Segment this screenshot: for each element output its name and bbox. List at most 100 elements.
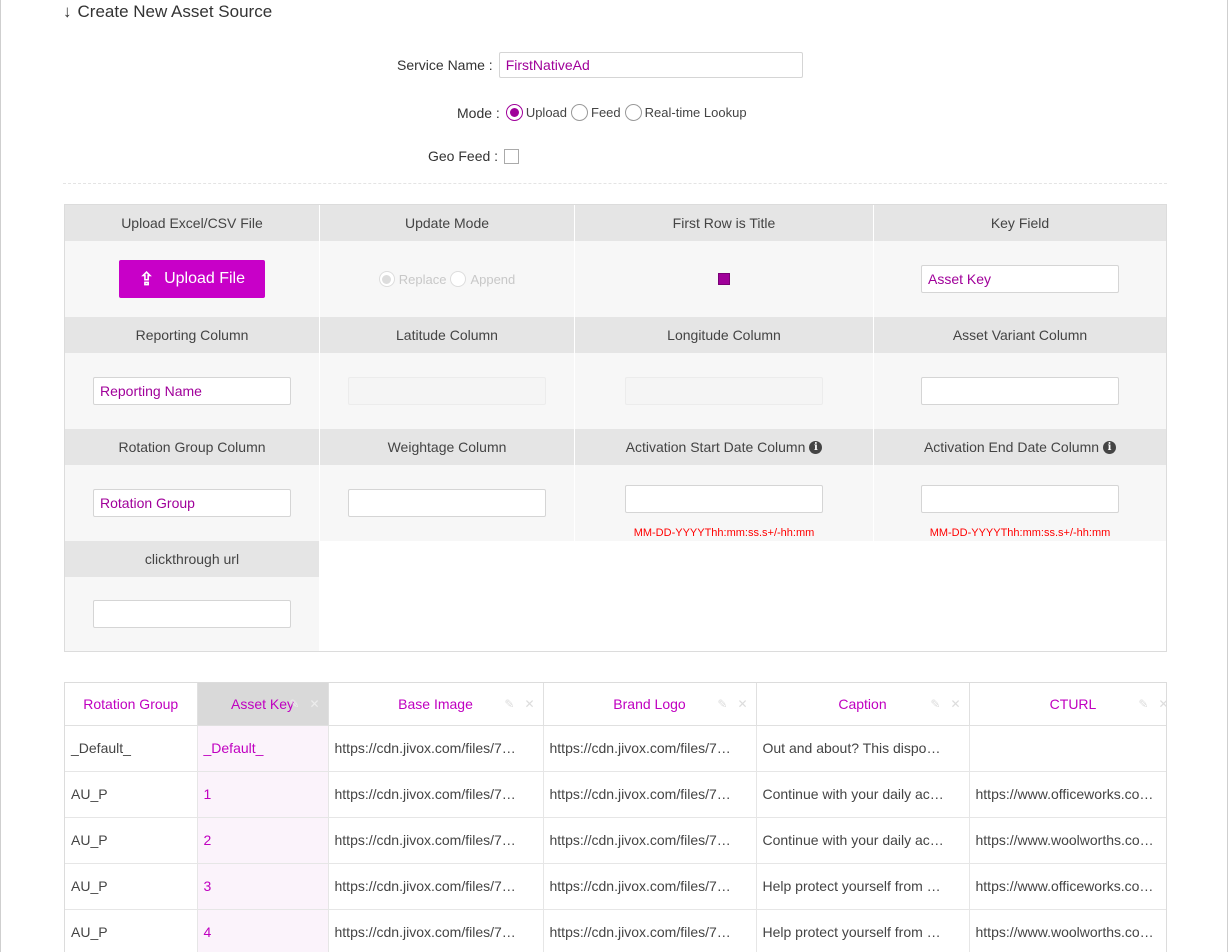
- reporting-cell: [65, 353, 320, 429]
- mode-realtime-option[interactable]: Real-time Lookup: [624, 104, 747, 121]
- key-field-input[interactable]: [921, 265, 1119, 293]
- pencil-icon[interactable]: ✎: [504, 697, 514, 711]
- mode-realtime-radio[interactable]: [624, 104, 642, 121]
- table-cell[interactable]: https://cdn.jivox.com/files/7…: [328, 725, 544, 772]
- clickthrough-cell: [65, 577, 320, 651]
- table-cell[interactable]: AU_P: [65, 863, 198, 910]
- variant-input[interactable]: [921, 377, 1119, 405]
- table-cell[interactable]: https://www.officeworks.co…: [969, 863, 1166, 910]
- table-cell[interactable]: 3: [197, 863, 329, 910]
- clickthrough-header: clickthrough url: [65, 541, 320, 577]
- table-row: AU_P 4 https://cdn.jivox.com/files/7… ht…: [65, 909, 1166, 952]
- table-cell[interactable]: https://cdn.jivox.com/files/7…: [543, 817, 757, 864]
- act-start-header-label: Activation Start Date Column: [625, 439, 806, 455]
- table-cell[interactable]: Help protect yourself from …: [756, 909, 970, 952]
- column-header[interactable]: Brand Logo ✎ ✕: [543, 683, 757, 726]
- replace-radio[interactable]: [378, 271, 395, 287]
- close-icon[interactable]: ✕: [524, 697, 534, 711]
- append-radio[interactable]: [450, 271, 467, 287]
- longitude-cell: [575, 353, 874, 429]
- first-row-cell: [575, 241, 874, 317]
- longitude-input[interactable]: [625, 377, 823, 405]
- latitude-cell: [320, 353, 575, 429]
- content-frame: ↓ Create New Asset Source Service Name :…: [0, 0, 1228, 952]
- info-icon[interactable]: i: [809, 440, 823, 454]
- info-icon[interactable]: i: [1103, 440, 1117, 454]
- close-icon[interactable]: ✕: [309, 697, 319, 711]
- table-cell[interactable]: https://www.woolworths.co…: [969, 909, 1166, 952]
- mode-feed-option[interactable]: Feed: [571, 104, 621, 121]
- act-start-input[interactable]: [625, 485, 823, 513]
- reporting-input[interactable]: [93, 377, 291, 405]
- close-icon[interactable]: ✕: [737, 697, 747, 711]
- table-cell[interactable]: https://cdn.jivox.com/files/7…: [328, 909, 544, 952]
- mode-upload-radio[interactable]: [505, 104, 523, 121]
- update-mode-header: Update Mode: [320, 205, 575, 241]
- table-cell[interactable]: AU_P: [65, 771, 198, 818]
- table-cell[interactable]: https://www.officeworks.co…: [969, 771, 1166, 818]
- mode-upload-option[interactable]: Upload: [505, 104, 568, 121]
- mode-row: Mode : Upload Feed Real-time Lookup: [457, 104, 751, 121]
- key-field-cell: [874, 241, 1166, 317]
- latitude-header: Latitude Column: [320, 317, 575, 353]
- clickthrough-input[interactable]: [93, 600, 291, 628]
- mode-feed-label: Feed: [591, 105, 621, 120]
- column-mapping-grid: Upload Excel/CSV File Update Mode First …: [64, 204, 1167, 652]
- table-cell[interactable]: _Default_: [65, 725, 198, 772]
- table-cell[interactable]: https://cdn.jivox.com/files/7…: [328, 817, 544, 864]
- pencil-icon[interactable]: ✎: [930, 697, 940, 711]
- update-mode-options: Replace Append: [378, 271, 516, 287]
- table-cell[interactable]: Continue with your daily ac…: [756, 771, 970, 818]
- table-cell[interactable]: Continue with your daily ac…: [756, 817, 970, 864]
- table-cell[interactable]: https://cdn.jivox.com/files/7…: [543, 909, 757, 952]
- longitude-header: Longitude Column: [575, 317, 874, 353]
- close-icon[interactable]: ✕: [1158, 697, 1166, 711]
- act-start-format-hint: MM-DD-YYYYThh:mm:ss.s+/-hh:mm: [633, 527, 815, 539]
- table-cell[interactable]: https://cdn.jivox.com/files/7…: [543, 771, 757, 818]
- pencil-icon[interactable]: ✎: [289, 697, 299, 711]
- table-row: AU_P 2 https://cdn.jivox.com/files/7… ht…: [65, 817, 1166, 864]
- table-cell[interactable]: 4: [197, 909, 329, 952]
- table-cell[interactable]: https://cdn.jivox.com/files/7…: [328, 863, 544, 910]
- column-header[interactable]: Caption ✎ ✕: [756, 683, 970, 726]
- mode-feed-radio[interactable]: [571, 104, 589, 121]
- table-cell[interactable]: 1: [197, 771, 329, 818]
- table-cell[interactable]: AU_P: [65, 909, 198, 952]
- weightage-input[interactable]: [348, 489, 546, 517]
- table-cell[interactable]: _Default_: [197, 725, 329, 772]
- table-cell[interactable]: 2: [197, 817, 329, 864]
- reporting-header: Reporting Column: [65, 317, 320, 353]
- table-cell[interactable]: Help protect yourself from …: [756, 863, 970, 910]
- table-row: _Default_ _Default_ https://cdn.jivox.co…: [65, 725, 1166, 772]
- mode-upload-label: Upload: [525, 105, 568, 120]
- service-name-input[interactable]: [498, 52, 803, 78]
- act-start-cell: MM-DD-YYYYThh:mm:ss.s+/-hh:mm: [575, 465, 874, 541]
- column-header-label: CTURL: [1049, 695, 1097, 712]
- pencil-icon[interactable]: ✎: [717, 697, 727, 711]
- first-row-checkbox[interactable]: [718, 273, 730, 285]
- table-cell[interactable]: AU_P: [65, 817, 198, 864]
- rotation-input[interactable]: [93, 489, 291, 517]
- close-icon[interactable]: ✕: [950, 697, 960, 711]
- column-header[interactable]: Asset Key ✎ ✕: [197, 683, 329, 726]
- pencil-icon[interactable]: ✎: [1138, 697, 1148, 711]
- section-title[interactable]: ↓ Create New Asset Source: [63, 0, 272, 24]
- table-cell[interactable]: https://www.woolworths.co…: [969, 817, 1166, 864]
- table-cell[interactable]: https://cdn.jivox.com/files/7…: [543, 863, 757, 910]
- act-end-input[interactable]: [921, 485, 1119, 513]
- table-cell[interactable]: [969, 725, 1166, 772]
- append-label: Append: [470, 271, 516, 287]
- latitude-input[interactable]: [348, 377, 546, 405]
- column-header[interactable]: CTURL ✎ ✕: [969, 683, 1166, 726]
- table-cell[interactable]: https://cdn.jivox.com/files/7…: [328, 771, 544, 818]
- weightage-cell: [320, 465, 575, 541]
- act-end-header: Activation End Date Column i: [874, 429, 1166, 465]
- table-cell[interactable]: https://cdn.jivox.com/files/7…: [543, 725, 757, 772]
- update-mode-cell: Replace Append: [320, 241, 575, 317]
- column-header[interactable]: Rotation Group: [65, 683, 198, 726]
- table-cell[interactable]: Out and about? This dispo…: [756, 725, 970, 772]
- upload-file-label: Upload File: [164, 270, 246, 287]
- upload-file-button[interactable]: ⇪ Upload File: [119, 260, 265, 298]
- geo-feed-checkbox[interactable]: [504, 148, 520, 164]
- column-header[interactable]: Base Image ✎ ✕: [328, 683, 544, 726]
